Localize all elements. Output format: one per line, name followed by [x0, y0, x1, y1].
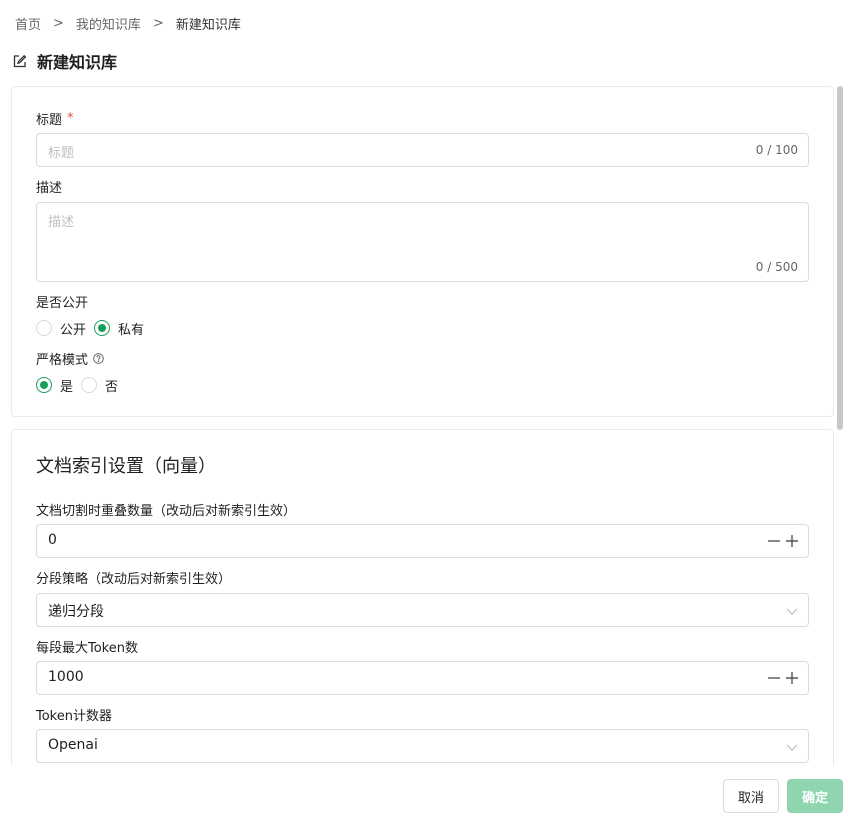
title-char-count: 0 / 100: [755, 143, 798, 157]
radio-strict-yes[interactable]: 是: [36, 376, 73, 395]
breadcrumb-separator: >: [152, 15, 164, 31]
overlap-number-input[interactable]: 0: [36, 524, 809, 558]
max-token-label: 每段最大Token数: [36, 640, 138, 656]
strategy-label: 分段策略（改动后对新索引生效）: [36, 571, 232, 587]
form-scroll-area[interactable]: 标题 * 标题 0 / 100 描述 描述 0 / 500 是否公开 公开 私有…: [0, 86, 848, 766]
radio-circle: [36, 320, 52, 336]
breadcrumb-separator: >: [53, 15, 64, 31]
form-footer: 取消 确定: [0, 766, 848, 824]
strict-label: 严格模式: [36, 349, 104, 368]
title-label-text: 标题: [36, 112, 63, 128]
public-label: 是否公开: [36, 295, 89, 311]
index-settings-card: 文档索引设置（向量） 文档切割时重叠数量（改动后对新索引生效） 0 分段策略（改…: [11, 429, 834, 766]
radio-strict-no-label: 否: [105, 379, 119, 395]
radio-strict-yes-label: 是: [60, 379, 74, 395]
plus-icon[interactable]: [786, 534, 798, 548]
breadcrumb-my-kb[interactable]: 我的知识库: [76, 14, 141, 33]
chevron-down-icon: [786, 741, 798, 753]
basic-info-card: 标题 * 标题 0 / 100 描述 描述 0 / 500 是否公开 公开 私有…: [11, 86, 834, 417]
public-radio-group: 公开 私有: [36, 318, 152, 338]
desc-textarea[interactable]: 描述 0 / 500: [36, 202, 809, 282]
cancel-button[interactable]: 取消: [723, 779, 779, 813]
chevron-down-icon: [786, 605, 798, 617]
strict-label-text: 严格模式: [36, 352, 89, 368]
strategy-value: 递归分段: [48, 604, 104, 620]
counter-label: Token计数器: [36, 708, 112, 724]
radio-circle-checked: [94, 320, 111, 336]
confirm-button[interactable]: 确定: [787, 779, 843, 813]
title-label: 标题 *: [36, 109, 74, 128]
radio-circle-checked: [36, 377, 52, 393]
page-title: 新建知识库: [12, 50, 117, 72]
overlap-stepper: [768, 534, 798, 548]
title-placeholder: 标题: [48, 146, 75, 161]
max-token-number-input[interactable]: 1000: [36, 661, 809, 695]
radio-public-label: 公开: [60, 322, 87, 338]
radio-private-label: 私有: [118, 322, 145, 338]
help-icon[interactable]: [93, 352, 104, 364]
page-title-text: 新建知识库: [37, 53, 118, 72]
radio-private[interactable]: 私有: [94, 319, 144, 338]
breadcrumb-home[interactable]: 首页: [15, 14, 41, 33]
breadcrumb-current: 新建知识库: [175, 17, 241, 33]
radio-public[interactable]: 公开: [36, 319, 86, 338]
desc-placeholder: 描述: [48, 215, 75, 230]
section-title: 文档索引设置（向量）: [36, 456, 216, 477]
plus-icon[interactable]: [786, 671, 798, 685]
counter-select[interactable]: Openai: [36, 729, 809, 763]
strategy-select[interactable]: 递归分段: [36, 593, 809, 627]
desc-label: 描述: [36, 180, 63, 196]
title-input[interactable]: 标题 0 / 100: [36, 133, 809, 167]
strict-radio-group: 是 否: [36, 375, 126, 395]
minus-icon[interactable]: [768, 534, 780, 548]
radio-circle: [81, 377, 98, 393]
breadcrumb: 首页 > 我的知识库 > 新建知识库: [15, 13, 241, 33]
max-token-value: 1000: [48, 669, 84, 685]
desc-char-count: 0 / 500: [755, 260, 798, 274]
overlap-label: 文档切割时重叠数量（改动后对新索引生效）: [36, 503, 297, 519]
counter-value: Openai: [48, 737, 98, 753]
radio-strict-no[interactable]: 否: [81, 376, 118, 395]
edit-icon: [12, 54, 27, 69]
scrollbar-thumb[interactable]: [837, 86, 843, 430]
minus-icon[interactable]: [768, 671, 780, 685]
max-token-stepper: [768, 671, 798, 685]
required-mark: *: [67, 110, 74, 126]
overlap-value: 0: [48, 532, 57, 548]
